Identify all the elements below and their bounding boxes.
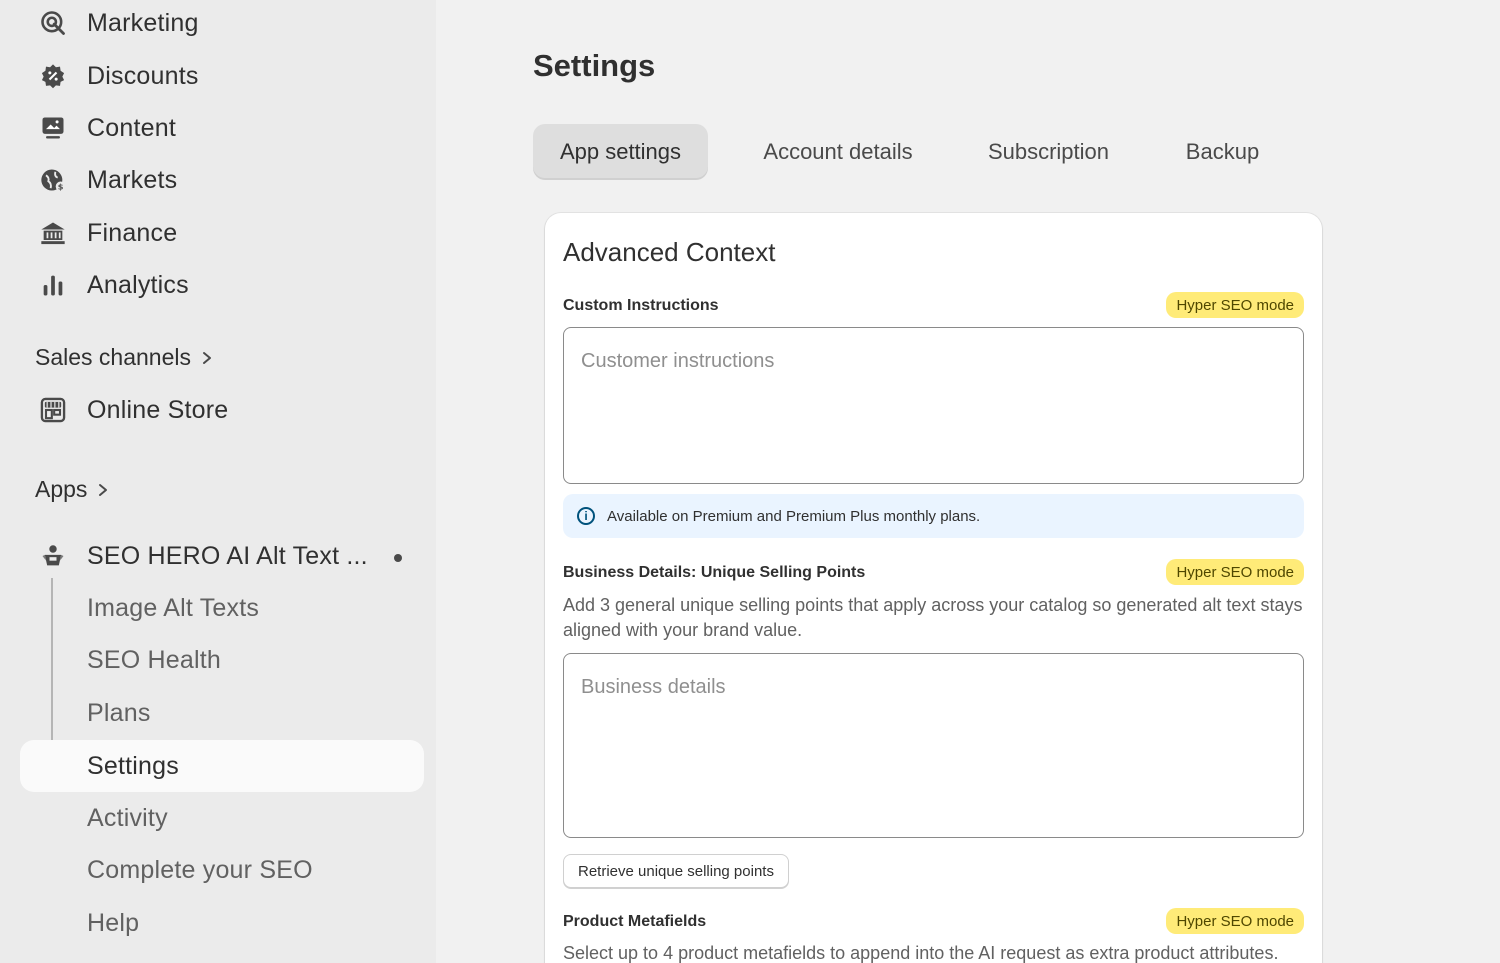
sidebar-item-markets[interactable]: $ Markets: [20, 154, 424, 206]
sidebar-item-label: Settings: [87, 751, 179, 780]
sidebar-item-label: Finance: [87, 218, 178, 247]
sidebar-item-discounts[interactable]: Discounts: [20, 50, 424, 102]
analytics-icon: [38, 270, 68, 300]
apps-header[interactable]: Apps: [35, 476, 109, 503]
discounts-icon: [38, 61, 68, 91]
sidebar-item-label: Discounts: [87, 61, 199, 90]
app-logo-icon: [38, 541, 68, 571]
app-name-label: SEO HERO AI Alt Text ...: [87, 541, 368, 570]
finance-icon: [38, 218, 68, 248]
sidebar-item-image-alt-texts[interactable]: Image Alt Texts: [20, 582, 424, 634]
sidebar-item-complete-your-seo[interactable]: Complete your SEO: [20, 844, 424, 896]
sidebar-item-label: Analytics: [87, 270, 189, 299]
info-icon: i: [577, 507, 595, 525]
sidebar-item-label: Help: [87, 908, 140, 937]
hyper-seo-badge: Hyper SEO mode: [1166, 292, 1304, 318]
hyper-seo-badge: Hyper SEO mode: [1166, 559, 1304, 585]
sidebar-item-label: Plans: [87, 698, 151, 727]
plan-info-banner: i Available on Premium and Premium Plus …: [563, 494, 1304, 538]
page-title: Settings: [533, 48, 656, 83]
advanced-context-card: Advanced Context Custom Instructions Hyp…: [545, 213, 1322, 963]
sidebar-item-marketing[interactable]: Marketing: [20, 0, 424, 49]
sidebar-item-seo-health[interactable]: SEO Health: [20, 634, 424, 686]
tab-app-settings[interactable]: App settings: [533, 124, 708, 180]
chevron-right-icon: [203, 351, 211, 364]
product-metafields-help: Select up to 4 product metafields to app…: [563, 943, 1279, 963]
sidebar-item-content[interactable]: Content: [20, 102, 424, 154]
product-metafields-label: Product Metafields: [563, 913, 707, 930]
banner-text: Available on Premium and Premium Plus mo…: [607, 507, 981, 525]
sidebar-item-label: Image Alt Texts: [87, 593, 260, 622]
online-store-icon: [38, 395, 68, 425]
markets-icon: $: [38, 165, 68, 195]
tab-account-details[interactable]: Account details: [738, 124, 938, 180]
card-title: Advanced Context: [563, 237, 776, 267]
chevron-right-icon: [99, 483, 108, 496]
business-details-label: Business Details: Unique Selling Points: [563, 564, 866, 581]
sidebar-item-label: Content: [87, 113, 176, 142]
tab-backup[interactable]: Backup: [1159, 124, 1286, 180]
sidebar-item-label: Complete your SEO: [87, 855, 313, 884]
content-icon: [38, 113, 68, 143]
apps-label: Apps: [35, 476, 88, 502]
sidebar-item-label: Markets: [87, 165, 178, 194]
retrieve-usp-button[interactable]: Retrieve unique selling points: [563, 854, 789, 888]
custom-instructions-input[interactable]: [563, 327, 1304, 484]
marketing-icon: [38, 8, 68, 38]
business-details-help: Add 3 general unique selling points that…: [563, 595, 1303, 640]
sidebar-item-plans[interactable]: Plans: [20, 687, 424, 739]
hyper-seo-badge: Hyper SEO mode: [1166, 908, 1304, 934]
sidebar-item-label: SEO Health: [87, 645, 222, 674]
sidebar-item-online-store[interactable]: Online Store: [20, 384, 424, 436]
sales-channels-header[interactable]: Sales channels: [35, 344, 213, 371]
sidebar-item-help[interactable]: Help: [20, 897, 424, 949]
svg-text:$: $: [58, 182, 64, 192]
sidebar-item-analytics[interactable]: Analytics: [20, 259, 424, 311]
sidebar-item-label: Online Store: [87, 395, 229, 424]
sidebar-item-finance[interactable]: Finance: [20, 207, 424, 259]
sidebar-item-settings[interactable]: Settings: [20, 740, 424, 792]
tab-subscription[interactable]: Subscription: [971, 124, 1126, 180]
business-details-input[interactable]: [563, 653, 1304, 838]
sidebar-item-label: Marketing: [87, 8, 199, 37]
sidebar: Marketing Discounts Content $ Markets Fi…: [0, 0, 436, 963]
sidebar-item-activity[interactable]: Activity: [20, 792, 424, 844]
notification-dot: [394, 554, 402, 562]
custom-instructions-label: Custom Instructions: [563, 297, 719, 314]
sales-channels-label: Sales channels: [35, 344, 191, 370]
sidebar-item-seo-hero-app[interactable]: SEO HERO AI Alt Text ...: [20, 530, 424, 582]
sidebar-item-label: Activity: [87, 803, 168, 832]
